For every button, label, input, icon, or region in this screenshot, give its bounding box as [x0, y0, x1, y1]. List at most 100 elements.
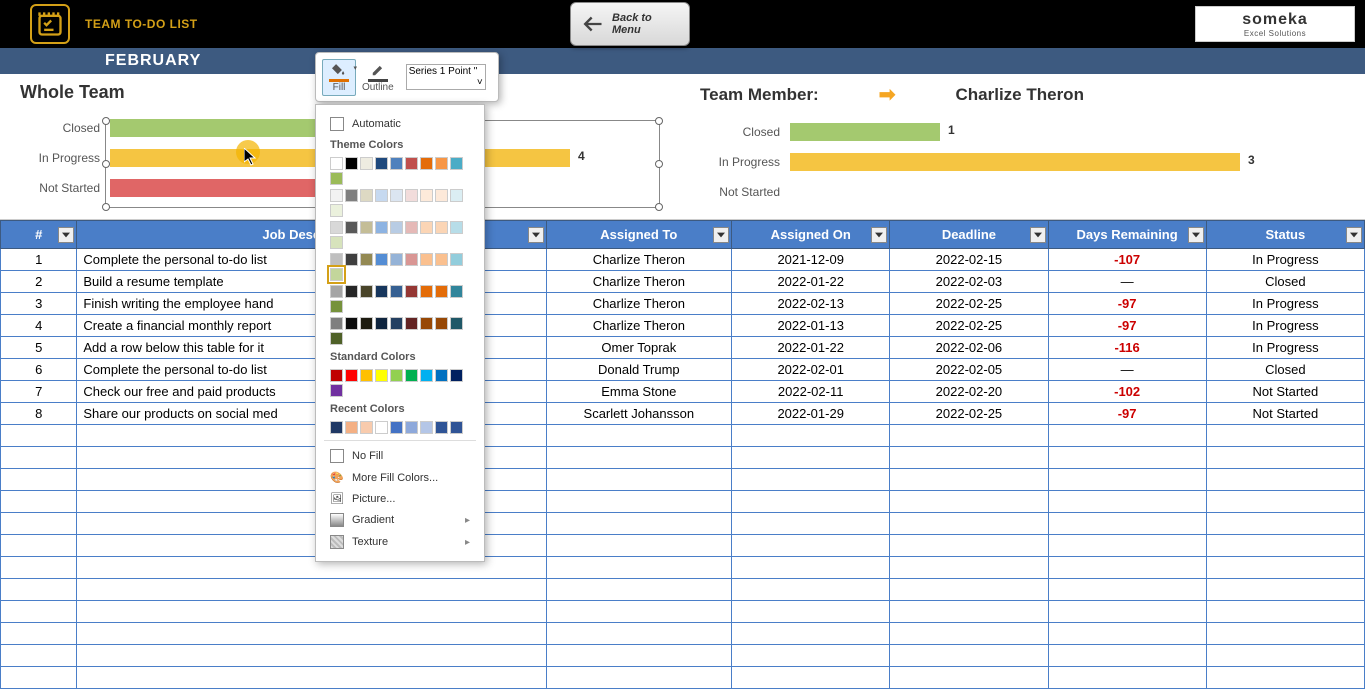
cell-to[interactable]: Donald Trump [546, 359, 732, 381]
color-swatch[interactable] [360, 189, 373, 202]
cell-dl[interactable]: 2022-02-03 [890, 271, 1048, 293]
cell-dl[interactable]: 2022-02-25 [890, 293, 1048, 315]
color-swatch[interactable] [405, 421, 418, 434]
cell-days[interactable]: -116 [1048, 337, 1206, 359]
table-row[interactable]: 5Add a row below this table for itOmer T… [1, 337, 1365, 359]
color-swatch[interactable] [390, 157, 403, 170]
col-num[interactable]: # [1, 221, 77, 249]
cell-days[interactable]: -97 [1048, 293, 1206, 315]
color-swatch[interactable] [435, 285, 448, 298]
table-row-empty[interactable] [1, 557, 1365, 579]
color-swatch[interactable] [435, 253, 448, 266]
fill-button[interactable]: Fill ▾ [322, 59, 356, 96]
filter-button[interactable] [713, 227, 729, 243]
table-row-empty[interactable] [1, 623, 1365, 645]
color-swatch[interactable] [375, 253, 388, 266]
filter-button[interactable] [1030, 227, 1046, 243]
cell-st[interactable]: In Progress [1206, 249, 1364, 271]
color-swatch[interactable] [435, 369, 448, 382]
cell-dl[interactable]: 2022-02-25 [890, 403, 1048, 425]
color-swatch[interactable] [330, 221, 343, 234]
color-swatch[interactable] [345, 221, 358, 234]
color-swatch[interactable] [345, 285, 358, 298]
color-swatch[interactable] [330, 204, 343, 217]
color-swatch[interactable] [360, 157, 373, 170]
col-assigned_to[interactable]: Assigned To [546, 221, 732, 249]
color-swatch[interactable] [405, 369, 418, 382]
color-swatch[interactable] [345, 157, 358, 170]
color-swatch[interactable] [360, 221, 373, 234]
gradient-option[interactable]: Gradient▸ [324, 509, 476, 531]
color-swatch[interactable] [330, 157, 343, 170]
color-swatch[interactable] [390, 253, 403, 266]
table-row[interactable]: 7Check our free and paid productsEmma St… [1, 381, 1365, 403]
color-swatch[interactable] [375, 221, 388, 234]
color-swatch[interactable] [375, 317, 388, 330]
mini-toolbar[interactable]: Fill ▾ Outline Series 1 Point " ˅ [315, 52, 499, 102]
table-row-empty[interactable] [1, 579, 1365, 601]
color-swatch[interactable] [330, 369, 343, 382]
cell-dl[interactable]: 2022-02-15 [890, 249, 1048, 271]
color-swatch[interactable] [390, 421, 403, 434]
col-assigned_on[interactable]: Assigned On [732, 221, 890, 249]
cell-n[interactable]: 2 [1, 271, 77, 293]
color-swatch[interactable] [345, 369, 358, 382]
more-colors-option[interactable]: 🎨More Fill Colors... [324, 467, 476, 488]
col-days[interactable]: Days Remaining [1048, 221, 1206, 249]
color-swatch[interactable] [360, 317, 373, 330]
table-row-empty[interactable] [1, 535, 1365, 557]
cell-st[interactable]: Closed [1206, 359, 1364, 381]
filter-button[interactable] [58, 227, 74, 243]
table-row[interactable]: 1Complete the personal to-do listCharliz… [1, 249, 1365, 271]
cell-n[interactable]: 7 [1, 381, 77, 403]
color-swatch[interactable] [330, 268, 343, 281]
color-swatch[interactable] [345, 189, 358, 202]
cell-on[interactable]: 2022-01-13 [732, 315, 890, 337]
cell-st[interactable]: Not Started [1206, 381, 1364, 403]
no-fill-option[interactable]: No Fill [324, 445, 476, 467]
cell-dl[interactable]: 2022-02-06 [890, 337, 1048, 359]
color-swatch[interactable] [390, 369, 403, 382]
color-swatch[interactable] [390, 285, 403, 298]
cell-to[interactable]: Charlize Theron [546, 293, 732, 315]
color-swatch[interactable] [420, 369, 433, 382]
color-swatch[interactable] [345, 421, 358, 434]
color-swatch[interactable] [450, 421, 463, 434]
color-swatch[interactable] [450, 253, 463, 266]
color-swatch[interactable] [450, 369, 463, 382]
series-selector[interactable]: Series 1 Point " ˅ [406, 64, 486, 90]
table-row[interactable]: 8Share our products on social medScarlet… [1, 403, 1365, 425]
bar-fill[interactable] [790, 153, 1240, 171]
color-swatch[interactable] [330, 384, 343, 397]
cell-to[interactable]: Omer Toprak [546, 337, 732, 359]
color-swatch[interactable] [405, 189, 418, 202]
filter-button[interactable] [871, 227, 887, 243]
color-swatch[interactable] [405, 285, 418, 298]
color-swatch[interactable] [360, 285, 373, 298]
cell-to[interactable]: Emma Stone [546, 381, 732, 403]
cell-on[interactable]: 2022-01-22 [732, 271, 890, 293]
cell-n[interactable]: 8 [1, 403, 77, 425]
color-swatch[interactable] [375, 189, 388, 202]
color-swatch[interactable] [435, 189, 448, 202]
color-swatch[interactable] [360, 253, 373, 266]
table-row[interactable]: 6Complete the personal to-do listDonald … [1, 359, 1365, 381]
color-swatch[interactable] [345, 317, 358, 330]
color-swatch[interactable] [375, 421, 388, 434]
color-swatch[interactable] [420, 221, 433, 234]
automatic-option[interactable]: Automatic [324, 113, 476, 135]
filter-button[interactable] [1346, 227, 1362, 243]
table-row-empty[interactable] [1, 425, 1365, 447]
color-swatch[interactable] [375, 285, 388, 298]
color-swatch[interactable] [405, 157, 418, 170]
table-row[interactable]: 2Build a resume templateCharlize Theron2… [1, 271, 1365, 293]
cell-to[interactable]: Charlize Theron [546, 249, 732, 271]
table-row-empty[interactable] [1, 645, 1365, 667]
table-row-empty[interactable] [1, 601, 1365, 623]
color-swatch[interactable] [360, 369, 373, 382]
back-to-menu-button[interactable]: Back to Menu [570, 2, 690, 46]
color-swatch[interactable] [330, 300, 343, 313]
cell-days[interactable]: -97 [1048, 403, 1206, 425]
color-swatch[interactable] [330, 332, 343, 345]
member-chart[interactable]: Team Member: ➡ Charlize Theron Closed1In… [680, 74, 1360, 219]
